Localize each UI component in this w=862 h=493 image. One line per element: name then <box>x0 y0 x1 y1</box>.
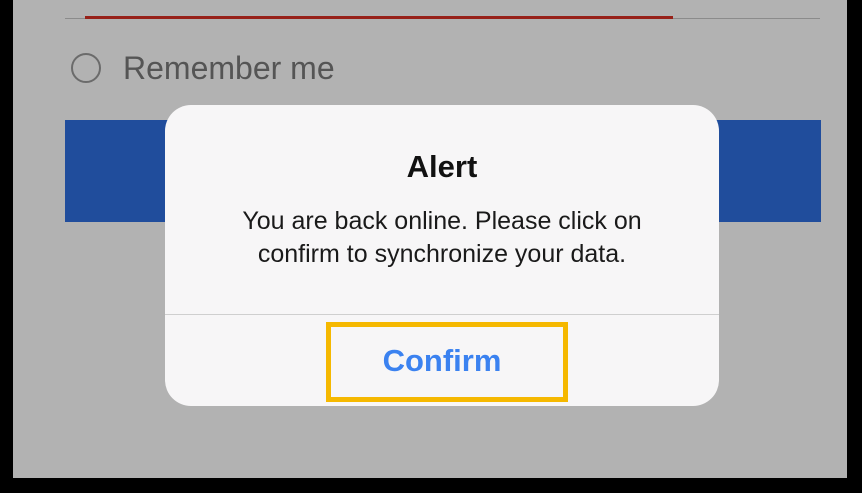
alert-title: Alert <box>406 149 478 184</box>
app-screen: Remember me Alert You are back online. P… <box>13 0 847 478</box>
alert-message: You are back online. Please click on con… <box>242 207 642 268</box>
highlight-frame <box>326 322 568 402</box>
